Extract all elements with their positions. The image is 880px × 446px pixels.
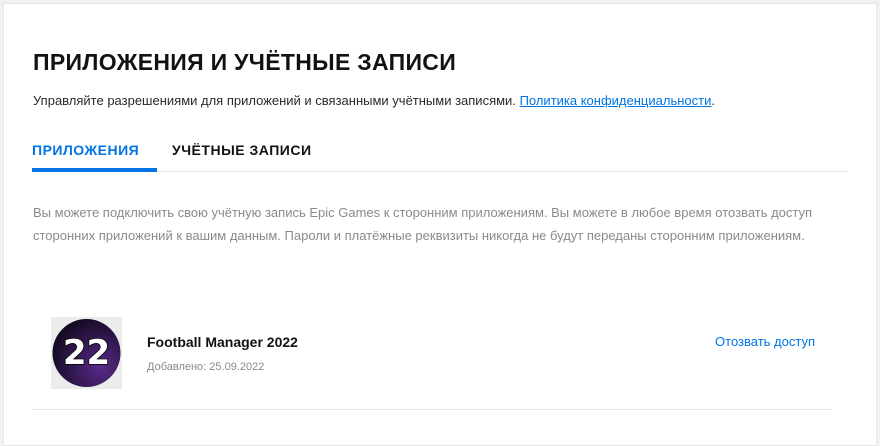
app-logo-graphic: 22 bbox=[52, 319, 121, 387]
app-name: Football Manager 2022 bbox=[147, 334, 298, 350]
subtitle-text: Управляйте разрешениями для приложений и… bbox=[33, 93, 516, 108]
subtitle-period: . bbox=[711, 93, 715, 108]
active-tab-indicator bbox=[32, 168, 157, 172]
app-added-date: Добавлено: 25.09.2022 bbox=[147, 361, 265, 373]
tab-bar: ПРИЛОЖЕНИЯ УЧЁТНЫЕ ЗАПИСИ bbox=[32, 131, 848, 172]
tab-apps[interactable]: ПРИЛОЖЕНИЯ bbox=[32, 141, 139, 159]
football-manager-2022-logo: 22 bbox=[51, 317, 122, 389]
page-subtitle: Управляйте разрешениями для приложений и… bbox=[33, 92, 715, 110]
page-title: ПРИЛОЖЕНИЯ И УЧЁТНЫЕ ЗАПИСИ bbox=[33, 49, 457, 75]
apps-accounts-panel: ПРИЛОЖЕНИЯ И УЧЁТНЫЕ ЗАПИСИ Управляйте р… bbox=[3, 3, 877, 446]
app-row: 22 Football Manager 2022 Добавлено: 25.0… bbox=[32, 309, 832, 410]
apps-description: Вы можете подключить свою учётную запись… bbox=[33, 205, 813, 243]
logo-number: 22 bbox=[63, 333, 110, 373]
privacy-policy-link[interactable]: Политика конфиденциальности bbox=[520, 93, 712, 108]
revoke-access-button[interactable]: Отозвать доступ bbox=[715, 333, 815, 351]
tab-accounts[interactable]: УЧЁТНЫЕ ЗАПИСИ bbox=[172, 141, 312, 159]
